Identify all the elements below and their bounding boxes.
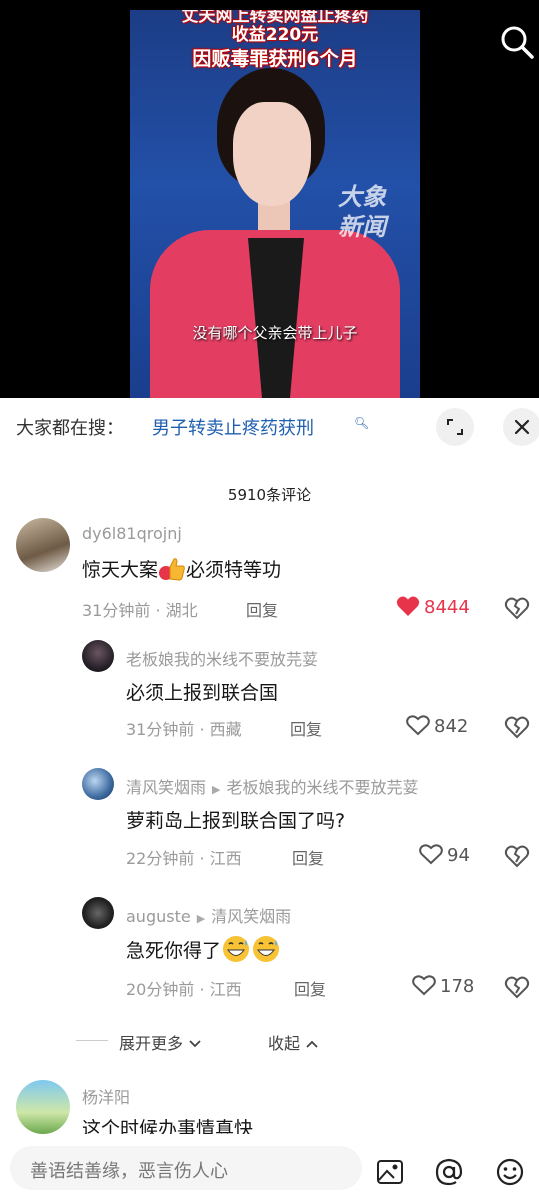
search-icon[interactable] [499, 24, 535, 60]
hot-search-query[interactable]: 男子转卖止疼药获刑 [152, 414, 314, 440]
like-button[interactable]: 178 [412, 974, 474, 997]
grinning-sweat-emoji-icon [223, 936, 250, 962]
image-icon[interactable] [375, 1157, 405, 1187]
comment-text-part2: 必须特等功 [186, 559, 282, 581]
like-button[interactable]: 94 [419, 843, 470, 866]
comment-username: 清风笑烟雨 ▶ 老板娘我的米线不要放芫荽 [126, 774, 419, 798]
anchor-face [233, 102, 311, 206]
comment-text-body: 急死你得了 [126, 940, 222, 962]
video-player[interactable]: 大象新闻 丈夫网上转卖网盘止疼药 收益220元 因贩毒罪获刑6个月 没有哪个父亲… [0, 0, 539, 398]
comment-username[interactable]: 老板娘我的米线不要放芫荽 [126, 646, 318, 670]
comments-count: 5910条评论 [227, 486, 312, 504]
expand-icon [447, 419, 463, 435]
reply-button[interactable]: 回复 [290, 716, 322, 740]
emoji-icon[interactable] [495, 1157, 525, 1187]
expand-more-button[interactable]: 展开更多 [119, 1030, 202, 1054]
avatar[interactable] [16, 1080, 70, 1134]
like-count: 842 [434, 716, 469, 737]
station-logo: 大象新闻 [338, 183, 386, 241]
comment-input[interactable]: 善语结善缘，恶言伤人心 [10, 1146, 362, 1190]
comment-text: 急死你得了 [126, 934, 281, 964]
comment-meta: 20分钟前 · 江西 [126, 980, 242, 999]
mention-icon[interactable] [434, 1157, 464, 1187]
comment-location: 江西 [209, 980, 242, 999]
close-icon [514, 419, 530, 435]
heart-filled-icon [396, 596, 420, 616]
chevron-down-icon [189, 1040, 201, 1048]
comment-username[interactable]: 杨洋阳 [82, 1084, 130, 1108]
comment-time: 31分钟前 [82, 601, 151, 620]
reply-button[interactable]: 回复 [292, 845, 324, 869]
comment-time: 20分钟前 [126, 980, 195, 999]
video-caption-line2: 收益220元 [231, 25, 319, 45]
like-count: 8444 [424, 597, 470, 618]
reply-target[interactable]: 清风笑烟雨 [211, 907, 291, 926]
reply-arrow-icon: ▶ [212, 783, 221, 796]
expand-more-label: 展开更多 [119, 1034, 184, 1053]
like-count: 178 [440, 976, 475, 997]
comment-meta: 31分钟前 · 湖北 [82, 601, 198, 620]
thumbs-up-icon [159, 558, 185, 581]
grinning-sweat-emoji-icon [253, 936, 280, 962]
broken-heart-icon[interactable] [504, 975, 530, 999]
broken-heart-icon[interactable] [504, 844, 530, 868]
close-button[interactable] [503, 408, 539, 446]
comment-time: 31分钟前 [126, 720, 195, 739]
reply-author[interactable]: auguste [126, 907, 191, 926]
collapse-label: 收起 [268, 1034, 301, 1053]
like-button[interactable]: 842 [406, 714, 468, 737]
broken-heart-icon[interactable] [504, 596, 530, 620]
video-frame: 大象新闻 丈夫网上转卖网盘止疼药 收益220元 因贩毒罪获刑6个月 没有哪个父亲… [130, 10, 420, 398]
reply-button[interactable]: 回复 [294, 976, 326, 1000]
reply-author[interactable]: 清风笑烟雨 [126, 778, 206, 797]
comment-text: 惊天大案 必须特等功 [82, 555, 281, 582]
hot-search-prefix: 大家都在搜： [16, 418, 124, 439]
collapse-button[interactable]: 收起 [268, 1030, 319, 1054]
comment-location: 西藏 [209, 720, 242, 739]
like-count: 94 [447, 845, 470, 866]
avatar[interactable] [16, 518, 70, 572]
query-search-icon[interactable]: 🔍︎ [354, 416, 369, 430]
like-button[interactable]: 8444 [396, 595, 470, 618]
comment-time: 22分钟前 [126, 849, 195, 868]
heart-outline-icon [412, 975, 436, 996]
video-subtitle: 没有哪个父亲会带上儿子 [192, 324, 358, 342]
broken-heart-icon[interactable] [504, 715, 530, 739]
comment-meta: 22分钟前 · 江西 [126, 849, 242, 868]
comment-meta: 31分钟前 · 西藏 [126, 720, 242, 739]
comment-username[interactable]: dy6l81qrojnj [82, 524, 182, 543]
avatar[interactable] [82, 897, 114, 929]
thread-divider [76, 1040, 108, 1041]
heart-outline-icon [419, 844, 443, 865]
avatar[interactable] [82, 768, 114, 800]
chevron-up-icon [306, 1040, 318, 1048]
comment-input-placeholder: 善语结善缘，恶言伤人心 [30, 1161, 228, 1182]
comment-text-part1: 惊天大案 [82, 559, 159, 581]
video-caption-line3: 因贩毒罪获刑6个月 [192, 48, 358, 70]
reply-arrow-icon: ▶ [196, 912, 206, 925]
fullscreen-button[interactable] [436, 408, 474, 446]
reply-button[interactable]: 回复 [246, 597, 278, 621]
comment-text: 必须上报到联合国 [126, 682, 279, 704]
comment-location: 江西 [209, 849, 242, 868]
avatar[interactable] [82, 640, 114, 672]
heart-outline-icon [406, 715, 430, 736]
comment-location: 湖北 [165, 601, 198, 620]
reply-target[interactable]: 老板娘我的米线不要放芫荽 [226, 778, 418, 797]
comment-text: 萝莉岛上报到联合国了吗? [126, 810, 346, 832]
comment-username: auguste ▶ 清风笑烟雨 [126, 903, 291, 927]
